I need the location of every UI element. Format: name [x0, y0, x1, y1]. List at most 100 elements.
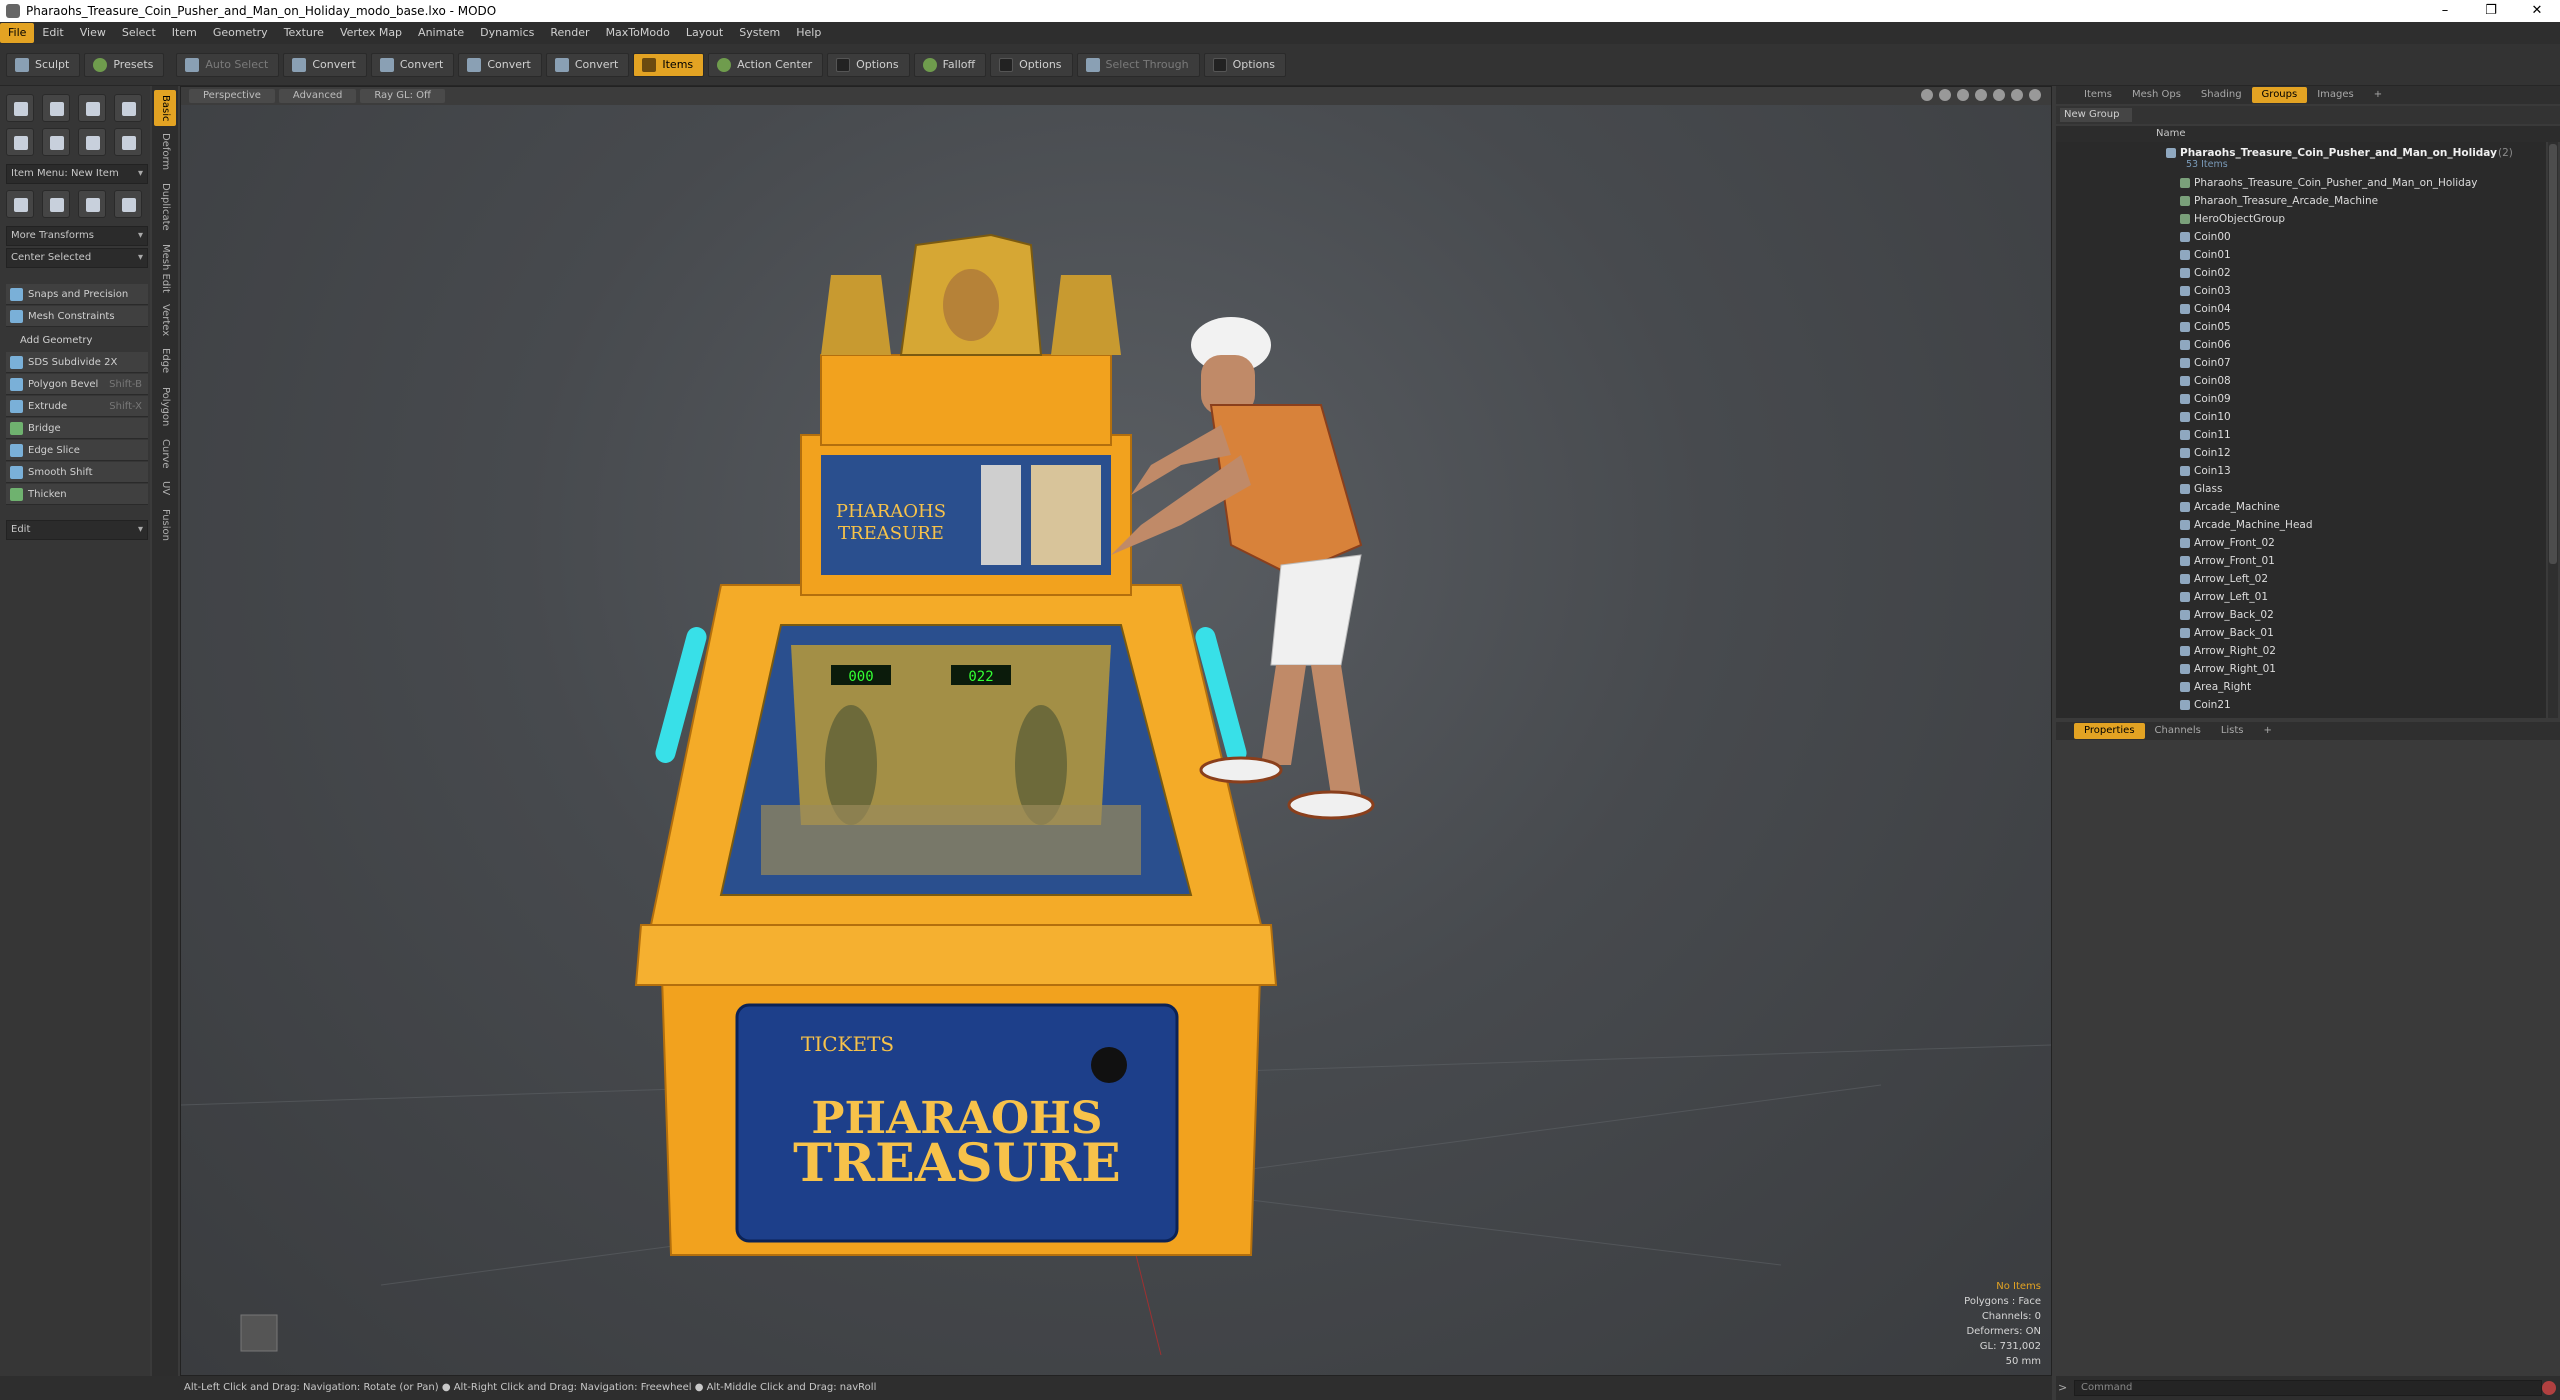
tree-row[interactable]: Coin05 — [2056, 318, 2546, 336]
menu-item[interactable]: Item — [164, 23, 205, 43]
paint-icon[interactable] — [1993, 89, 2005, 101]
cube-tool-icon[interactable] — [6, 94, 34, 122]
edit-dropdown[interactable]: Edit — [6, 520, 148, 540]
menu-geometry[interactable]: Geometry — [205, 23, 276, 43]
options-button-3[interactable]: Options — [1203, 52, 1287, 77]
minimize-button[interactable]: – — [2422, 0, 2468, 22]
tab-groups[interactable]: Groups — [2251, 87, 2308, 103]
tree-row[interactable]: Coin06 — [2056, 336, 2546, 354]
tree-row[interactable]: Arrow_Front_01 — [2056, 552, 2546, 570]
tree-row[interactable]: Arcade_Machine_Head — [2056, 516, 2546, 534]
tree-row[interactable]: Arrow_Back_01 — [2056, 624, 2546, 642]
move-tool-icon[interactable] — [6, 190, 34, 218]
polygon-bevel-button[interactable]: Polygon Bevel Shift-B — [6, 374, 148, 395]
sphere-tool-icon[interactable] — [42, 94, 70, 122]
menu-animate[interactable]: Animate — [410, 23, 472, 43]
cone-tool-icon[interactable] — [114, 94, 142, 122]
center-selected-dropdown[interactable]: Center Selected — [6, 248, 148, 268]
scrollbar-thumb[interactable] — [2549, 144, 2557, 564]
tree-row[interactable]: HeroObjectGroup — [2056, 210, 2546, 228]
rotate-icon[interactable] — [1939, 89, 1951, 101]
sculpt-button[interactable]: Sculpt — [6, 52, 81, 77]
tree-row[interactable]: Coin03 — [2056, 282, 2546, 300]
tab-shading[interactable]: Shading — [2191, 87, 2252, 103]
convert-button-4[interactable]: Convert — [545, 52, 630, 77]
tree-row[interactable]: Coin21 — [2056, 696, 2546, 714]
tree-row[interactable]: Coin02 — [2056, 264, 2546, 282]
add-panel-tab-button[interactable]: + — [2254, 723, 2282, 739]
command-input[interactable]: Command — [2074, 1380, 2542, 1396]
tree-row[interactable]: Coin07 — [2056, 354, 2546, 372]
extrude-button[interactable]: Extrude Shift-X — [6, 396, 148, 417]
tree-row[interactable]: Coin10 — [2056, 408, 2546, 426]
tab-properties[interactable]: Properties — [2074, 723, 2145, 739]
vtab-curve[interactable]: Curve — [154, 436, 176, 472]
pan-icon[interactable] — [1921, 89, 1933, 101]
vtab-deform[interactable]: Deform — [154, 130, 176, 174]
tab-images[interactable]: Images — [2307, 87, 2364, 103]
menu-vertex-map[interactable]: Vertex Map — [332, 23, 410, 43]
thicken-button[interactable]: Thicken — [6, 484, 148, 505]
sds-subdivide-button[interactable]: SDS Subdivide 2X — [6, 352, 148, 373]
smooth-shift-button[interactable]: Smooth Shift — [6, 462, 148, 483]
items-mode-button[interactable]: Items — [633, 52, 705, 77]
menu-texture[interactable]: Texture — [276, 23, 332, 43]
vtab-vertex[interactable]: Vertex — [154, 300, 176, 340]
edge-slice-button[interactable]: Edge Slice — [6, 440, 148, 461]
3d-viewport[interactable]: Perspective Advanced Ray GL: Off PHARAOH… — [180, 86, 2052, 1376]
menu-select[interactable]: Select — [114, 23, 164, 43]
tree-row[interactable]: Glass — [2056, 480, 2546, 498]
menu-render[interactable]: Render — [542, 23, 597, 43]
bridge-button[interactable]: Bridge — [6, 418, 148, 439]
tree-row[interactable]: Arrow_Front_02 — [2056, 534, 2546, 552]
advanced-tab[interactable]: Advanced — [278, 89, 357, 103]
mesh-constraints-button[interactable]: Mesh Constraints — [6, 306, 148, 327]
add-tab-button[interactable]: + — [2364, 87, 2392, 103]
zoom-icon[interactable] — [1957, 89, 1969, 101]
menu-dynamics[interactable]: Dynamics — [472, 23, 542, 43]
record-icon[interactable] — [2542, 1381, 2556, 1395]
menu-system[interactable]: System — [731, 23, 788, 43]
menu-edit[interactable]: Edit — [34, 23, 71, 43]
settings-gear-icon[interactable] — [2011, 89, 2023, 101]
tree-row[interactable]: Coin13 — [2056, 462, 2546, 480]
tab-items[interactable]: Items — [2074, 87, 2122, 103]
perspective-tab[interactable]: Perspective — [189, 89, 275, 103]
convert-button-1[interactable]: Convert — [283, 52, 367, 77]
tree-row[interactable]: Pharaohs_Treasure_Coin_Pusher_and_Man_on… — [2056, 174, 2546, 192]
tab-mesh-ops[interactable]: Mesh Ops — [2122, 87, 2191, 103]
menu-help[interactable]: Help — [788, 23, 829, 43]
new-group-button[interactable]: New Group — [2060, 108, 2132, 122]
menu-view[interactable]: View — [72, 23, 114, 43]
tree-row[interactable]: Coin04 — [2056, 300, 2546, 318]
tree-row[interactable]: Coin08 — [2056, 372, 2546, 390]
tree-row[interactable]: Arcade_Machine — [2056, 498, 2546, 516]
auto-select-button[interactable]: Auto Select — [176, 52, 280, 77]
item-menu-dropdown[interactable]: Item Menu: New Item — [6, 164, 148, 184]
vtab-duplicate[interactable]: Duplicate — [154, 178, 176, 236]
select-through-button[interactable]: Select Through — [1076, 52, 1200, 77]
expand-icon[interactable] — [2029, 89, 2041, 101]
vtab-fusion[interactable]: Fusion — [154, 504, 176, 546]
maximize-button[interactable]: ❐ — [2468, 0, 2514, 22]
menu-maxtomodo[interactable]: MaxToModo — [598, 23, 678, 43]
tree-row[interactable]: Arrow_Back_02 — [2056, 606, 2546, 624]
action-center-button[interactable]: Action Center — [708, 52, 824, 77]
options-button-1[interactable]: Options — [827, 52, 910, 77]
plane-tool-icon[interactable] — [78, 128, 106, 156]
close-button[interactable]: ✕ — [2514, 0, 2560, 22]
torus-tool-icon[interactable] — [6, 128, 34, 156]
presets-button[interactable]: Presets — [84, 52, 165, 77]
tree-row[interactable]: Pharaoh_Treasure_Arcade_Machine — [2056, 192, 2546, 210]
tree-row[interactable]: Arrow_Left_01 — [2056, 588, 2546, 606]
options-button-2[interactable]: Options — [990, 52, 1073, 77]
falloff-button[interactable]: Falloff — [913, 52, 987, 77]
raygl-tab[interactable]: Ray GL: Off — [360, 89, 445, 103]
vtab-polygon[interactable]: Polygon — [154, 382, 176, 432]
menu-file[interactable]: File — [0, 23, 35, 43]
cylinder-tool-icon[interactable] — [78, 94, 106, 122]
tree-row[interactable]: Coin01 — [2056, 246, 2546, 264]
tree-row[interactable]: Coin12 — [2056, 444, 2546, 462]
name-column-header[interactable]: Name — [2156, 126, 2186, 142]
tree-row[interactable]: Coin11 — [2056, 426, 2546, 444]
